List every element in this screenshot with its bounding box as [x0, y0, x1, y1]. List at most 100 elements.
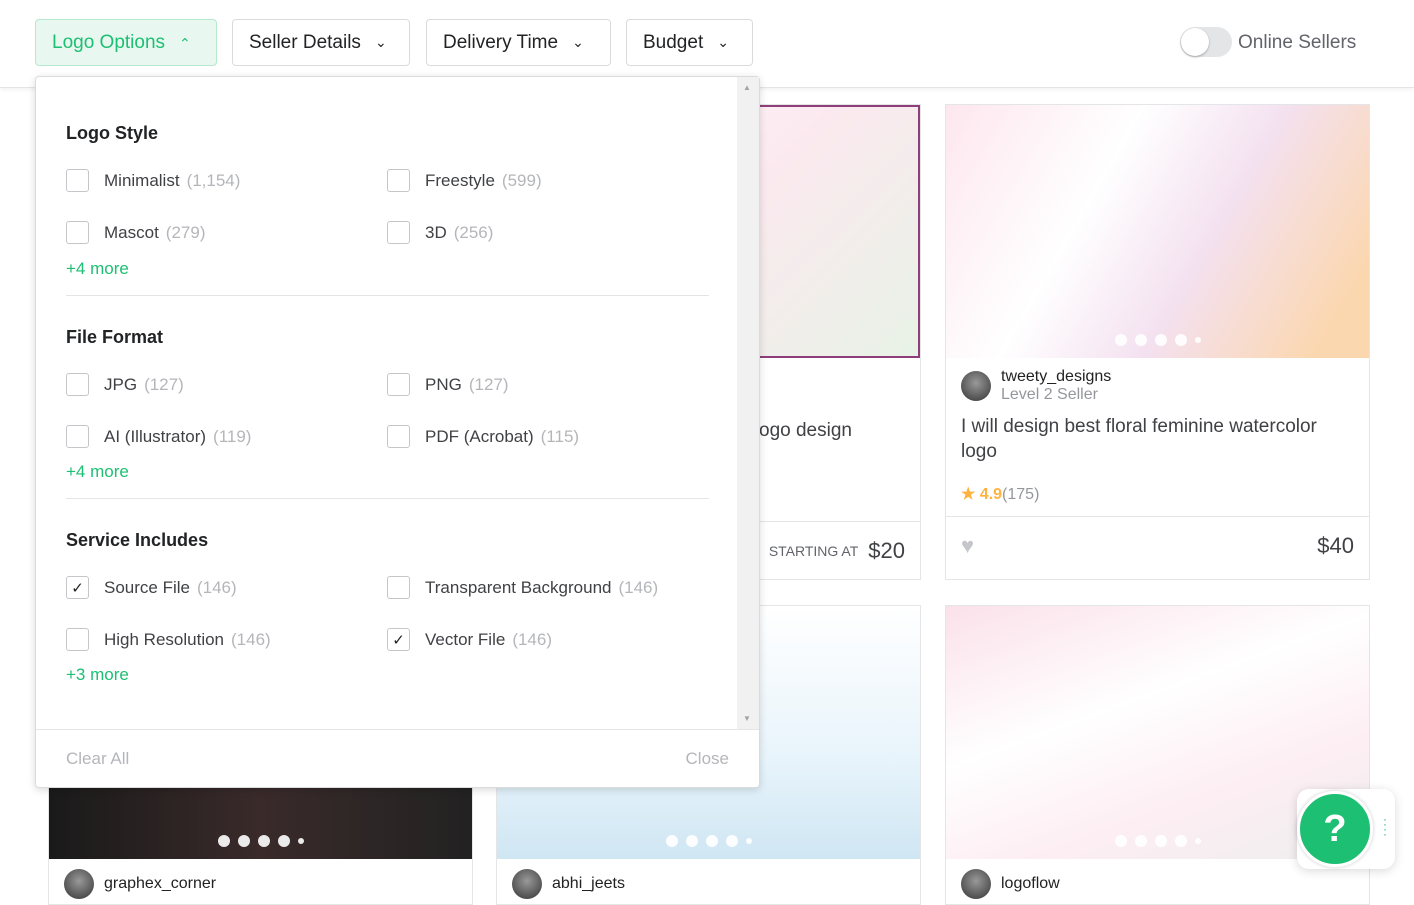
option-label: Transparent Background	[425, 577, 612, 597]
section-title: Logo Style	[66, 123, 159, 143]
filter-label: Logo Options	[52, 31, 166, 53]
option-count: (1,154)	[186, 170, 241, 190]
checkbox[interactable]	[387, 373, 410, 396]
chevron-down-icon: ⌄	[572, 34, 584, 50]
option-jpg[interactable]: JPG (127)	[66, 373, 184, 396]
option-label: PNG	[425, 374, 462, 394]
avatar[interactable]	[512, 869, 542, 899]
logo-options-dropdown: ▲ ▼ Logo Style Minimalist (1,154) Freestyl…	[35, 76, 760, 788]
divider	[66, 498, 709, 499]
gig-title[interactable]: I will design best floral feminine water…	[946, 404, 1369, 472]
seller-name[interactable]: graphex_corner	[104, 875, 216, 893]
section-service-includes: Service Includes	[66, 530, 709, 551]
checkbox[interactable]	[66, 425, 89, 448]
option-count: (127)	[144, 374, 184, 394]
seller-name[interactable]: abhi_jeets	[552, 875, 625, 893]
section-logo-style: Logo Style	[66, 123, 709, 144]
help-widget[interactable]: ? · · · ·	[1297, 789, 1395, 869]
close-button[interactable]: Close	[686, 749, 729, 769]
checkbox[interactable]	[66, 169, 89, 192]
checkbox[interactable]	[66, 373, 89, 396]
checkbox-checked[interactable]: ✓	[387, 628, 410, 651]
option-minimalist[interactable]: Minimalist (1,154)	[66, 169, 240, 192]
option-count: (127)	[468, 374, 509, 394]
delivery-time-filter[interactable]: Delivery Time ⌄	[426, 19, 611, 66]
more-link[interactable]: +3 more	[66, 665, 129, 685]
option-label: 3D	[425, 222, 447, 242]
scrollbar[interactable]: ▲ ▼	[737, 77, 759, 729]
online-sellers-label: Online Sellers	[1238, 32, 1357, 53]
checkbox[interactable]	[387, 221, 410, 244]
option-count: (279)	[165, 222, 206, 242]
option-label: Minimalist	[104, 170, 180, 190]
clear-all-button[interactable]: Clear All	[66, 749, 129, 769]
more-link[interactable]: +4 more	[66, 462, 129, 482]
carousel-dots[interactable]	[1114, 334, 1201, 346]
gig-price: $40	[1317, 532, 1354, 558]
star-icon: ★	[961, 486, 976, 503]
rating: ★ 4.9(175)	[946, 472, 1369, 516]
scroll-up-icon[interactable]: ▲	[743, 83, 751, 92]
starting-at-label: STARTING AT	[768, 542, 859, 559]
gig-card[interactable]: tweety_designs Level 2 Seller I will desi…	[945, 104, 1370, 580]
option-label: PDF (Acrobat)	[425, 426, 534, 446]
seller-name[interactable]: logoflow	[1001, 875, 1060, 893]
filter-label: Seller Details	[249, 31, 361, 53]
option-label: Mascot	[104, 222, 159, 242]
gig-price: $20	[868, 537, 905, 563]
option-vector-file[interactable]: ✓ Vector File (146)	[387, 628, 552, 651]
option-label: High Resolution	[104, 629, 225, 649]
help-button[interactable]: ?	[1297, 791, 1373, 867]
checkbox[interactable]	[387, 169, 410, 192]
option-label: Vector File	[425, 629, 506, 649]
option-count: (119)	[213, 426, 252, 446]
carousel-dots[interactable]	[665, 835, 752, 847]
avatar[interactable]	[64, 869, 94, 899]
carousel-dots[interactable]	[1114, 835, 1201, 847]
section-title: Service Includes	[66, 530, 209, 550]
option-freestyle[interactable]: Freestyle (599)	[387, 169, 542, 192]
dropdown-footer: Clear All Close	[36, 729, 759, 787]
checkbox[interactable]	[387, 425, 410, 448]
online-sellers-toggle[interactable]	[1180, 27, 1232, 57]
option-png[interactable]: PNG (127)	[387, 373, 509, 396]
option-count: (146)	[618, 577, 659, 597]
avatar[interactable]	[961, 869, 991, 899]
checkbox-checked[interactable]: ✓	[66, 576, 89, 599]
option-high-resolution[interactable]: High Resolution (146)	[66, 628, 271, 651]
seller-details-filter[interactable]: Seller Details ⌄	[232, 19, 410, 66]
seller-name[interactable]: tweety_designs	[1001, 368, 1111, 386]
section-file-format: File Format	[66, 327, 709, 348]
option-label: AI (Illustrator)	[104, 426, 207, 446]
option-label: Freestyle	[425, 170, 495, 190]
carousel-dots[interactable]	[217, 835, 304, 847]
gig-image[interactable]	[946, 105, 1369, 358]
option-mascot[interactable]: Mascot (279)	[66, 221, 205, 244]
checkbox[interactable]	[66, 628, 89, 651]
option-count: (146)	[196, 577, 237, 597]
more-link[interactable]: +4 more	[66, 259, 129, 279]
option-label: Source File	[104, 577, 190, 597]
scroll-down-icon[interactable]: ▼	[743, 714, 751, 723]
option-3d[interactable]: 3D (256)	[387, 221, 493, 244]
review-count: (175)	[1002, 486, 1040, 503]
option-pdf[interactable]: PDF (Acrobat) (115)	[387, 425, 579, 448]
option-ai[interactable]: AI (Illustrator) (119)	[66, 425, 251, 448]
heart-icon[interactable]: ♥	[961, 533, 974, 559]
checkbox[interactable]	[66, 221, 89, 244]
chevron-down-icon: ⌄	[717, 34, 729, 50]
checkbox[interactable]	[387, 576, 410, 599]
budget-filter[interactable]: Budget ⌄	[626, 19, 753, 66]
avatar[interactable]	[961, 371, 991, 401]
option-transparent-background[interactable]: Transparent Background (146)	[387, 576, 658, 599]
option-source-file[interactable]: ✓ Source File (146)	[66, 576, 237, 599]
more-options-icon[interactable]: · · · ·	[1383, 813, 1387, 840]
rating-value: 4.9	[979, 486, 1003, 503]
logo-options-filter[interactable]: Logo Options ⌄	[35, 19, 217, 66]
section-title: File Format	[66, 327, 164, 347]
option-count: (146)	[512, 629, 552, 649]
filter-label: Delivery Time	[443, 31, 559, 53]
chevron-down-icon: ⌄	[374, 34, 387, 50]
option-count: (146)	[231, 629, 271, 649]
option-label: JPG	[104, 374, 138, 394]
